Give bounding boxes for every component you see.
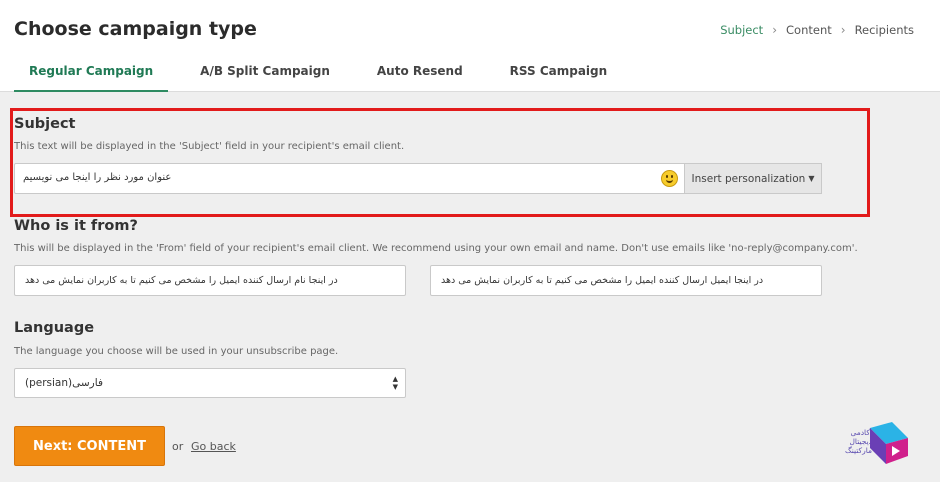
from-email-value: در اینجا ایمیل ارسال کننده ایمیل را مشخص…: [441, 275, 764, 286]
tab-ab-split-campaign[interactable]: A/B Split Campaign: [200, 60, 330, 92]
subject-input[interactable]: عنوان مورد نظر را اینجا می نویسیم: [14, 163, 685, 194]
breadcrumb-recipients[interactable]: Recipients: [855, 23, 914, 37]
or-text: or: [172, 440, 184, 453]
subject-input-value: عنوان مورد نظر را اینجا می نویسیم: [23, 172, 172, 183]
subject-help-text: This text will be displayed in the 'Subj…: [14, 141, 405, 152]
academy-logo: آکادمی دیجیتال مارکتینگ: [828, 420, 912, 468]
insert-personalization-button[interactable]: Insert personalization ▼: [684, 163, 822, 194]
from-heading: Who is it from?: [14, 218, 138, 234]
tab-auto-resend[interactable]: Auto Resend: [377, 60, 463, 92]
breadcrumb: Subject › Content › Recipients: [720, 23, 914, 37]
from-name-value: در اینجا نام ارسال کننده ایمیل را مشخص م…: [25, 275, 338, 286]
tab-regular-campaign[interactable]: Regular Campaign: [14, 60, 169, 92]
campaign-type-tabs: Regular Campaign A/B Split Campaign Auto…: [14, 60, 654, 92]
select-arrows-icon: ▲ ▼: [392, 375, 398, 391]
tab-rss-campaign[interactable]: RSS Campaign: [510, 60, 608, 92]
go-back-link[interactable]: Go back: [191, 440, 236, 453]
breadcrumb-content[interactable]: Content: [786, 23, 832, 37]
logo-mark-icon: [870, 422, 908, 464]
header-bar: Choose campaign type Subject › Content ›…: [0, 0, 940, 92]
insert-personalization-label: Insert personalization: [691, 172, 806, 185]
chevron-right-icon: ›: [840, 23, 846, 37]
from-email-input[interactable]: در اینجا ایمیل ارسال کننده ایمیل را مشخص…: [430, 265, 822, 296]
language-selected-value: (persian)فارسی: [25, 377, 103, 389]
caret-down-icon: ▼: [808, 174, 815, 183]
smiley-icon[interactable]: [661, 170, 678, 187]
language-help-text: The language you choose will be used in …: [14, 346, 339, 357]
subject-heading: Subject: [14, 116, 76, 132]
page-title: Choose campaign type: [14, 18, 257, 40]
from-help-text: This will be displayed in the 'From' fie…: [14, 243, 858, 254]
breadcrumb-subject[interactable]: Subject: [720, 23, 763, 37]
chevron-right-icon: ›: [772, 23, 777, 37]
from-name-input[interactable]: در اینجا نام ارسال کننده ایمیل را مشخص م…: [14, 265, 406, 296]
language-select[interactable]: (persian)فارسی ▲ ▼: [14, 368, 406, 398]
language-heading: Language: [14, 320, 95, 336]
next-content-button[interactable]: Next: CONTENT: [14, 426, 165, 466]
